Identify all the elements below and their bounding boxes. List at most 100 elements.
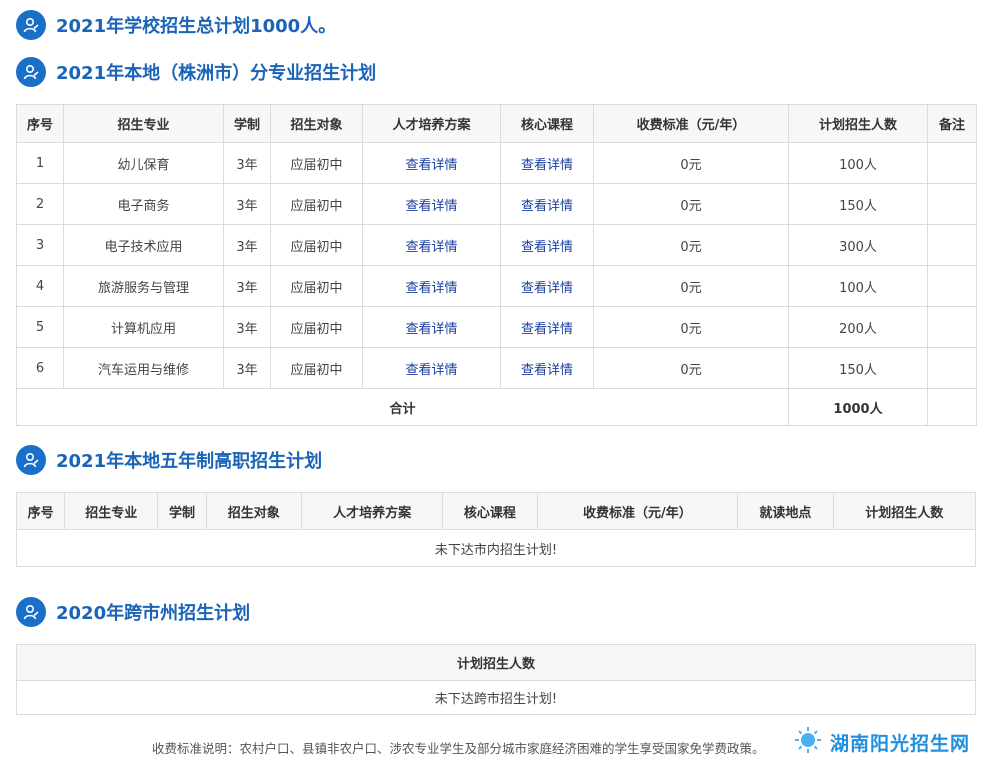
major-name: 旅游服务与管理 [63, 265, 224, 307]
duration: 3年 [223, 183, 271, 225]
sun-logo-icon [790, 726, 826, 758]
fee: 0元 [593, 265, 789, 307]
cross-city-plan-table: 计划招生人数 未下达跨市招生计划! [16, 644, 976, 715]
empty-message: 未下达市内招生计划! [16, 529, 976, 567]
plan-count: 300人 [788, 224, 928, 266]
training-plan-link[interactable]: 查看详情 [405, 240, 457, 255]
note [927, 265, 977, 307]
user-edit-icon [16, 597, 46, 627]
total-row: 合计 1000人 [16, 388, 977, 426]
heading-text: 2020年跨市州招生计划 [56, 603, 251, 624]
column-header: 收费标准（元/年） [593, 104, 789, 143]
note [927, 306, 977, 348]
target: 应届初中 [270, 142, 363, 184]
column-header: 序号 [15, 492, 66, 530]
column-header: 人才培养方案 [362, 104, 501, 143]
column-header: 备注 [927, 104, 977, 143]
note [927, 224, 977, 266]
column-header: 收费标准（元/年） [536, 492, 739, 530]
core-course-link[interactable]: 查看详情 [521, 199, 573, 214]
target: 应届初中 [270, 347, 363, 389]
core-course-link[interactable]: 查看详情 [521, 281, 573, 296]
heading-total-plan: 2021年学校招生总计划1000人。 [16, 10, 336, 40]
column-header: 人才培养方案 [300, 492, 444, 530]
column-header: 招生对象 [205, 492, 302, 530]
watermark-text: 湖南阳光招生网 [830, 732, 971, 755]
target: 应届初中 [270, 265, 363, 307]
training-plan-link[interactable]: 查看详情 [405, 322, 457, 337]
column-header: 计划招生人数 [832, 492, 976, 530]
heading-text: 2021年学校招生总计划1000人。 [56, 16, 337, 37]
column-header: 招生专业 [63, 104, 224, 143]
row-number: 2 [16, 183, 64, 225]
table-row: 1 幼儿保育 3年 应届初中 查看详情 查看详情 0元 100人 [16, 142, 977, 184]
row-number: 1 [16, 142, 64, 184]
column-header: 学制 [157, 492, 207, 530]
plan-count: 100人 [788, 142, 928, 184]
table-row: 3 电子技术应用 3年 应届初中 查看详情 查看详情 0元 300人 [16, 224, 977, 266]
table-row: 6 汽车运用与维修 3年 应届初中 查看详情 查看详情 0元 150人 [16, 347, 977, 389]
heading-five-year-plan: 2021年本地五年制高职招生计划 [16, 445, 322, 475]
note [927, 347, 977, 389]
heading-local-plan: 2021年本地（株洲市）分专业招生计划 [16, 57, 376, 87]
table-row: 未下达市内招生计划! [16, 529, 976, 567]
row-number: 4 [16, 265, 64, 307]
column-header: 核心课程 [500, 104, 594, 143]
core-course-link[interactable]: 查看详情 [521, 158, 573, 173]
column-header: 计划招生人数 [16, 644, 976, 681]
note [927, 142, 977, 184]
duration: 3年 [223, 142, 271, 184]
fee: 0元 [593, 183, 789, 225]
duration: 3年 [223, 224, 271, 266]
user-edit-icon [16, 10, 46, 40]
note [927, 388, 977, 426]
table-row: 2 电子商务 3年 应届初中 查看详情 查看详情 0元 150人 [16, 183, 977, 225]
table-header-row: 序号 招生专业 学制 招生对象 人才培养方案 核心课程 收费标准（元/年） 就读… [15, 492, 976, 530]
user-edit-icon [16, 57, 46, 87]
user-edit-icon [16, 445, 46, 475]
row-number: 3 [16, 224, 64, 266]
table-header-row: 计划招生人数 [16, 644, 976, 681]
fee: 0元 [593, 142, 789, 184]
column-header: 学制 [223, 104, 271, 143]
target: 应届初中 [270, 306, 363, 348]
empty-message: 未下达跨市招生计划! [16, 680, 976, 715]
duration: 3年 [223, 265, 271, 307]
core-course-link[interactable]: 查看详情 [521, 240, 573, 255]
column-header: 计划招生人数 [788, 104, 928, 143]
major-name: 电子技术应用 [63, 224, 224, 266]
heading-cross-city-plan: 2020年跨市州招生计划 [16, 597, 250, 627]
core-course-link[interactable]: 查看详情 [521, 322, 573, 337]
plan-count: 150人 [788, 183, 928, 225]
plan-count: 200人 [788, 306, 928, 348]
column-header: 就读地点 [737, 492, 834, 530]
major-name: 汽车运用与维修 [63, 347, 224, 389]
table-row: 4 旅游服务与管理 3年 应届初中 查看详情 查看详情 0元 100人 [16, 265, 977, 307]
major-name: 幼儿保育 [63, 142, 224, 184]
target: 应届初中 [270, 224, 363, 266]
fee: 0元 [593, 224, 789, 266]
fee: 0元 [593, 306, 789, 348]
training-plan-link[interactable]: 查看详情 [405, 158, 457, 173]
fee: 0元 [593, 347, 789, 389]
training-plan-link[interactable]: 查看详情 [405, 199, 457, 214]
five-year-plan-table: 序号 招生专业 学制 招生对象 人才培养方案 核心课程 收费标准（元/年） 就读… [15, 492, 976, 567]
local-plan-table: 序号 招生专业 学制 招生对象 人才培养方案 核心课程 收费标准（元/年） 计划… [16, 104, 977, 426]
fee-footnote: 收费标准说明：农村户口、县镇非农户口、涉农专业学生及部分城市家庭经济困难的学生享… [152, 741, 765, 756]
core-course-link[interactable]: 查看详情 [521, 363, 573, 378]
duration: 3年 [223, 306, 271, 348]
plan-count: 150人 [788, 347, 928, 389]
column-header: 招生专业 [64, 492, 159, 530]
site-watermark: 湖南阳光招生网 [790, 726, 970, 758]
column-header: 招生对象 [270, 104, 363, 143]
table-row: 未下达跨市招生计划! [16, 680, 976, 715]
major-name: 电子商务 [63, 183, 224, 225]
table-row: 5 计算机应用 3年 应届初中 查看详情 查看详情 0元 200人 [16, 306, 977, 348]
note [927, 183, 977, 225]
training-plan-link[interactable]: 查看详情 [405, 281, 457, 296]
column-header: 核心课程 [442, 492, 538, 530]
row-number: 6 [16, 347, 64, 389]
major-name: 计算机应用 [63, 306, 224, 348]
row-number: 5 [16, 306, 64, 348]
training-plan-link[interactable]: 查看详情 [405, 363, 457, 378]
